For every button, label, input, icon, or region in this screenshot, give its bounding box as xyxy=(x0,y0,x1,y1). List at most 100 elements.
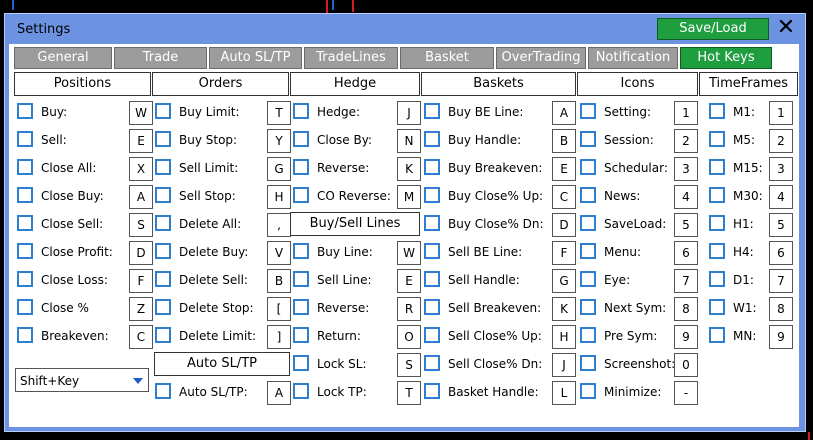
hotkey-checkbox-close-by[interactable] xyxy=(293,131,309,147)
hotkey-checkbox-return[interactable] xyxy=(293,327,309,343)
tab-overtrading[interactable]: OverTrading xyxy=(496,47,586,69)
hotkey-checkbox-menu[interactable] xyxy=(580,243,596,259)
hotkey-input-sell-stop[interactable]: H xyxy=(267,185,291,209)
hotkey-checkbox-buy-stop[interactable] xyxy=(155,131,171,147)
hotkey-input-lock-sl[interactable]: S xyxy=(397,353,421,377)
hotkey-checkbox-next-sym[interactable] xyxy=(580,299,596,315)
hotkey-input-m1[interactable]: 1 xyxy=(769,101,793,125)
modifier-dropdown[interactable]: Shift+Key xyxy=(15,368,149,392)
hotkey-input-news[interactable]: 4 xyxy=(674,185,698,209)
hotkey-checkbox-buy-close-dn[interactable] xyxy=(424,215,440,231)
tab-general[interactable]: General xyxy=(14,47,112,69)
hotkey-checkbox-saveload[interactable] xyxy=(580,215,596,231)
hotkey-input-sell[interactable]: E xyxy=(129,129,153,153)
hotkey-checkbox-m1[interactable] xyxy=(709,103,725,119)
hotkey-checkbox-sell-stop[interactable] xyxy=(155,187,171,203)
hotkey-input-saveload[interactable]: 5 xyxy=(674,213,698,237)
hotkey-checkbox-m15[interactable] xyxy=(709,159,725,175)
hotkey-input-close-loss[interactable]: F xyxy=(129,269,153,293)
hotkey-checkbox-sell[interactable] xyxy=(17,131,33,147)
hotkey-checkbox-minimize[interactable] xyxy=(580,383,596,399)
hotkey-checkbox-pre-sym[interactable] xyxy=(580,327,596,343)
hotkey-input-buy-breakeven[interactable]: E xyxy=(552,157,576,181)
tab-notification[interactable]: Notification xyxy=(588,47,678,69)
hotkey-input-buy-limit[interactable]: T xyxy=(267,101,291,125)
hotkey-checkbox-breakeven[interactable] xyxy=(17,327,33,343)
hotkey-checkbox-session[interactable] xyxy=(580,131,596,147)
hotkey-input-sell-be-line[interactable]: F xyxy=(552,241,576,265)
hotkey-checkbox-close-buy[interactable] xyxy=(17,187,33,203)
hotkey-input-buy-handle[interactable]: B xyxy=(552,129,576,153)
hotkey-checkbox-lock-tp[interactable] xyxy=(293,383,309,399)
hotkey-checkbox-close[interactable] xyxy=(17,299,33,315)
tab-trade[interactable]: Trade xyxy=(114,47,207,69)
hotkey-input-screenshot[interactable]: 0 xyxy=(674,353,698,377)
buy-sell-lines-section-button[interactable]: Buy/Sell Lines xyxy=(290,212,420,236)
hotkey-input-buy-close-dn[interactable]: D xyxy=(552,213,576,237)
hotkey-input-close-sell[interactable]: S xyxy=(129,213,153,237)
hotkey-input-setting[interactable]: 1 xyxy=(674,101,698,125)
hotkey-input-m30[interactable]: 4 xyxy=(769,185,793,209)
hotkey-input-menu[interactable]: 6 xyxy=(674,241,698,265)
hotkey-checkbox-reverse[interactable] xyxy=(293,299,309,315)
hotkey-input-return[interactable]: O xyxy=(397,325,421,349)
hotkey-checkbox-hedge[interactable] xyxy=(293,103,309,119)
hotkey-checkbox-buy-line[interactable] xyxy=(293,243,309,259)
hotkey-checkbox-close-sell[interactable] xyxy=(17,215,33,231)
hotkey-input-close-profit[interactable]: D xyxy=(129,241,153,265)
hotkey-input-reverse[interactable]: K xyxy=(397,157,421,181)
hotkey-input-reverse[interactable]: R xyxy=(397,297,421,321)
hotkey-checkbox-w1[interactable] xyxy=(709,299,725,315)
hotkey-input-m5[interactable]: 2 xyxy=(769,129,793,153)
hotkey-input-mn[interactable]: 9 xyxy=(769,325,793,349)
hotkey-input-eye[interactable]: 7 xyxy=(674,269,698,293)
tab-basket[interactable]: Basket xyxy=(400,47,494,69)
hotkey-input-delete-all[interactable]: , xyxy=(267,213,291,237)
hotkey-input-sell-close-up[interactable]: H xyxy=(552,325,576,349)
hotkey-checkbox-lock-sl[interactable] xyxy=(293,355,309,371)
hotkey-input-close-buy[interactable]: A xyxy=(129,185,153,209)
hotkey-input-close-by[interactable]: N xyxy=(397,129,421,153)
hotkey-input-d1[interactable]: 7 xyxy=(769,269,793,293)
hotkey-checkbox-m30[interactable] xyxy=(709,187,725,203)
window-titlebar[interactable]: Settings Save/Load ✕ xyxy=(5,14,805,44)
hotkey-checkbox-m5[interactable] xyxy=(709,131,725,147)
tab-hot-keys[interactable]: Hot Keys xyxy=(680,47,772,69)
hotkey-checkbox-buy-be-line[interactable] xyxy=(424,103,440,119)
hotkey-input-sell-breakeven[interactable]: K xyxy=(552,297,576,321)
hotkey-checkbox-delete-stop[interactable] xyxy=(155,299,171,315)
hotkey-checkbox-buy[interactable] xyxy=(17,103,33,119)
hotkey-checkbox-sell-line[interactable] xyxy=(293,271,309,287)
hotkey-checkbox-basket-handle[interactable] xyxy=(424,383,440,399)
hotkey-input-sell-limit[interactable]: G xyxy=(267,157,291,181)
hotkey-input-delete-limit[interactable]: ] xyxy=(267,325,291,349)
hotkey-checkbox-news[interactable] xyxy=(580,187,596,203)
hotkey-input-buy[interactable]: W xyxy=(129,101,153,125)
hotkey-checkbox-reverse[interactable] xyxy=(293,159,309,175)
hotkey-checkbox-buy-close-up[interactable] xyxy=(424,187,440,203)
hotkey-input-delete-buy[interactable]: V xyxy=(267,241,291,265)
hotkey-input-sell-close-dn[interactable]: J xyxy=(552,353,576,377)
hotkey-input-h1[interactable]: 5 xyxy=(769,213,793,237)
hotkey-checkbox-delete-buy[interactable] xyxy=(155,243,171,259)
hotkey-input-sell-line[interactable]: E xyxy=(397,269,421,293)
hotkey-input-m15[interactable]: 3 xyxy=(769,157,793,181)
hotkey-checkbox-delete-sell[interactable] xyxy=(155,271,171,287)
tab-auto-sl-tp[interactable]: Auto SL/TP xyxy=(209,47,302,69)
hotkey-checkbox-sell-be-line[interactable] xyxy=(424,243,440,259)
hotkey-checkbox-buy-handle[interactable] xyxy=(424,131,440,147)
hotkey-input-hedge[interactable]: J xyxy=(397,101,421,125)
auto-sl-tp-section-button[interactable]: Auto SL/TP xyxy=(154,352,290,376)
hotkey-input-w1[interactable]: 8 xyxy=(769,297,793,321)
hotkey-input-breakeven[interactable]: C xyxy=(129,325,153,349)
hotkey-checkbox-eye[interactable] xyxy=(580,271,596,287)
hotkey-input-sell-handle[interactable]: G xyxy=(552,269,576,293)
hotkey-input-minimize[interactable]: - xyxy=(674,381,698,405)
hotkey-checkbox-setting[interactable] xyxy=(580,103,596,119)
hotkey-input-buy-be-line[interactable]: A xyxy=(552,101,576,125)
hotkey-checkbox-screenshot[interactable] xyxy=(580,355,596,371)
save-load-button[interactable]: Save/Load xyxy=(657,18,769,40)
hotkey-input-co-reverse[interactable]: M xyxy=(397,185,421,209)
hotkey-checkbox-co-reverse[interactable] xyxy=(293,187,309,203)
hotkey-input-pre-sym[interactable]: 9 xyxy=(674,325,698,349)
